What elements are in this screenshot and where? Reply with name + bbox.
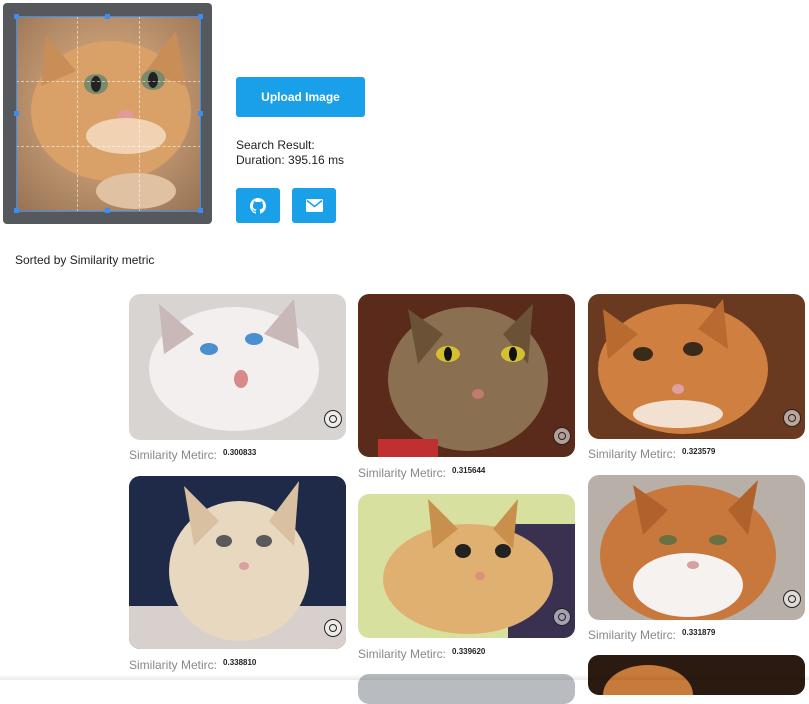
similarity-metric-3: Similarity Metirc: 0.323579 [588,447,716,461]
similarity-score: 0.339620 [452,647,486,656]
crop-handle-br[interactable] [198,208,203,213]
viewport-fade [0,674,809,680]
crop-handle-tm[interactable] [105,14,110,19]
crop-handle-bl[interactable] [14,208,19,213]
similarity-metric-4: Similarity Metirc: 0.338810 [129,658,257,672]
similarity-metric-6: Similarity Metirc: 0.331879 [588,628,716,642]
search-result-info: Search Result: Duration: 395.16 ms [236,138,344,168]
github-button[interactable] [236,188,280,223]
email-button[interactable] [292,188,336,223]
result-card-4[interactable] [129,476,346,649]
crop-handle-mr[interactable] [198,111,203,116]
upload-image-button[interactable]: Upload Image [236,77,365,117]
search-duration: Duration: 395.16 ms [236,153,345,167]
result-card-6[interactable] [588,475,805,620]
query-image [16,16,201,212]
similarity-metric-1: Similarity Metirc: 0.300833 [129,448,257,462]
result-image-1 [129,294,346,440]
result-image-5 [358,494,575,638]
envelope-icon [305,199,323,212]
similarity-metric-2: Similarity Metirc: 0.315644 [358,466,486,480]
zoom-in-icon[interactable] [324,619,342,637]
result-card-5[interactable] [358,494,575,638]
similarity-score: 0.331879 [682,628,716,637]
query-kitten-image [16,16,201,212]
result-card-2[interactable] [358,294,575,457]
zoom-in-icon[interactable] [783,409,801,427]
zoom-in-icon[interactable] [553,427,571,445]
result-image-3 [588,294,805,439]
result-card-3[interactable] [588,294,805,439]
crop-handle-tl[interactable] [14,14,19,19]
crop-handle-tr[interactable] [198,14,203,19]
similarity-score: 0.315644 [452,466,486,475]
result-image-4 [129,476,346,649]
sort-label: Sorted by Similarity metric [15,253,155,267]
zoom-in-icon[interactable] [324,410,342,428]
result-card-1[interactable] [129,294,346,440]
search-result-heading: Search Result: [236,138,315,152]
similarity-metric-5: Similarity Metirc: 0.339620 [358,647,486,661]
github-icon [250,197,266,214]
crop-handle-ml[interactable] [14,111,19,116]
similarity-score: 0.323579 [682,447,716,456]
zoom-in-icon[interactable] [553,608,571,626]
crop-handle-bm[interactable] [105,208,110,213]
similarity-score: 0.300833 [223,448,257,457]
similarity-score: 0.338810 [223,658,257,667]
image-crop-editor[interactable] [3,3,212,224]
result-image-2 [358,294,575,457]
zoom-in-icon[interactable] [783,590,801,608]
result-image-6 [588,475,805,620]
